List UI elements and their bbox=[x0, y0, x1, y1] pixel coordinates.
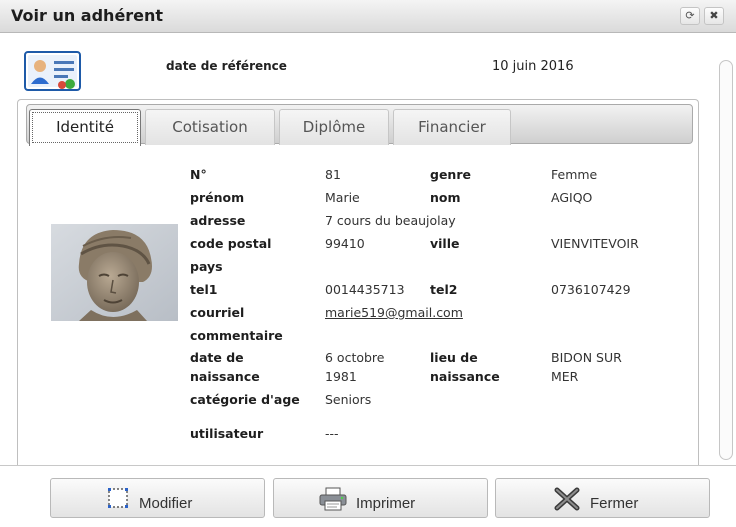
label-tel1: tel1 bbox=[190, 282, 218, 297]
value-genre: Femme bbox=[551, 167, 598, 182]
vertical-scrollbar[interactable] bbox=[719, 60, 733, 460]
imprimer-label: Imprimer bbox=[356, 495, 416, 512]
label-lieu-naissance-line2: naissance bbox=[430, 369, 500, 384]
label-lieu-naissance-line1: lieu de bbox=[430, 350, 478, 365]
modifier-label: Modifier bbox=[139, 495, 193, 512]
tab-cotisation[interactable]: Cotisation bbox=[145, 109, 275, 145]
value-lieu-naissance-line1: BIDON SUR bbox=[551, 350, 622, 365]
close-icon[interactable]: ✖ bbox=[704, 7, 724, 25]
label-genre: genre bbox=[430, 167, 471, 182]
label-prenom: prénom bbox=[190, 190, 245, 205]
label-code-postal: code postal bbox=[190, 236, 272, 251]
value-code-postal: 99410 bbox=[325, 236, 365, 251]
value-prenom: Marie bbox=[325, 190, 360, 205]
value-utilisateur: --- bbox=[325, 426, 339, 441]
member-detail-panel: Identité Cotisation Diplôme Financier N°… bbox=[17, 99, 699, 471]
label-date-naissance-line1: date de bbox=[190, 350, 244, 365]
value-tel2: 0736107429 bbox=[551, 282, 631, 297]
close-x-icon bbox=[554, 487, 580, 511]
value-ville: VIENVITEVOIR bbox=[551, 236, 639, 251]
printer-icon bbox=[319, 487, 347, 511]
label-categorie-age: catégorie d'age bbox=[190, 392, 300, 407]
label-courriel: courriel bbox=[190, 305, 245, 320]
window-title: Voir un adhérent bbox=[11, 6, 164, 25]
value-adresse: 7 cours du beaujolay bbox=[325, 213, 456, 228]
tab-financier[interactable]: Financier bbox=[393, 109, 511, 145]
value-date-naissance-line1: 6 octobre bbox=[325, 350, 385, 365]
value-lieu-naissance-line2: MER bbox=[551, 369, 579, 384]
label-tel2: tel2 bbox=[430, 282, 458, 297]
reference-date-value: 10 juin 2016 bbox=[492, 59, 574, 74]
tab-strip: Identité Cotisation Diplôme Financier bbox=[26, 104, 693, 146]
window-titlebar: Voir un adhérent ⟳ ✖ bbox=[0, 0, 736, 33]
value-categorie-age: Seniors bbox=[325, 392, 372, 407]
label-commentaire: commentaire bbox=[190, 328, 283, 343]
label-nom: nom bbox=[430, 190, 461, 205]
fermer-button[interactable]: Fermer bbox=[495, 478, 710, 518]
courriel-link[interactable]: marie519@gmail.com bbox=[325, 305, 463, 320]
label-ville: ville bbox=[430, 236, 460, 251]
label-pays: pays bbox=[190, 259, 223, 274]
imprimer-button[interactable]: Imprimer bbox=[273, 478, 488, 518]
fermer-label: Fermer bbox=[590, 495, 639, 512]
modifier-button[interactable]: Modifier bbox=[50, 478, 265, 518]
label-date-naissance-line2: naissance bbox=[190, 369, 260, 384]
value-numero: 81 bbox=[325, 167, 341, 182]
label-adresse: adresse bbox=[190, 213, 246, 228]
label-numero: N° bbox=[190, 167, 207, 182]
value-date-naissance-line2: 1981 bbox=[325, 369, 357, 384]
value-tel1: 0014435713 bbox=[325, 282, 405, 297]
value-nom: AGIQO bbox=[551, 190, 593, 205]
label-utilisateur: utilisateur bbox=[190, 426, 264, 441]
tab-diplome[interactable]: Diplôme bbox=[279, 109, 389, 145]
member-photo bbox=[51, 224, 178, 321]
refresh-icon[interactable]: ⟳ bbox=[680, 7, 700, 25]
reference-date-label: date de référence bbox=[166, 59, 287, 73]
member-card-icon bbox=[24, 51, 81, 91]
edit-frame-icon bbox=[108, 488, 128, 508]
tab-identite[interactable]: Identité bbox=[29, 109, 141, 146]
